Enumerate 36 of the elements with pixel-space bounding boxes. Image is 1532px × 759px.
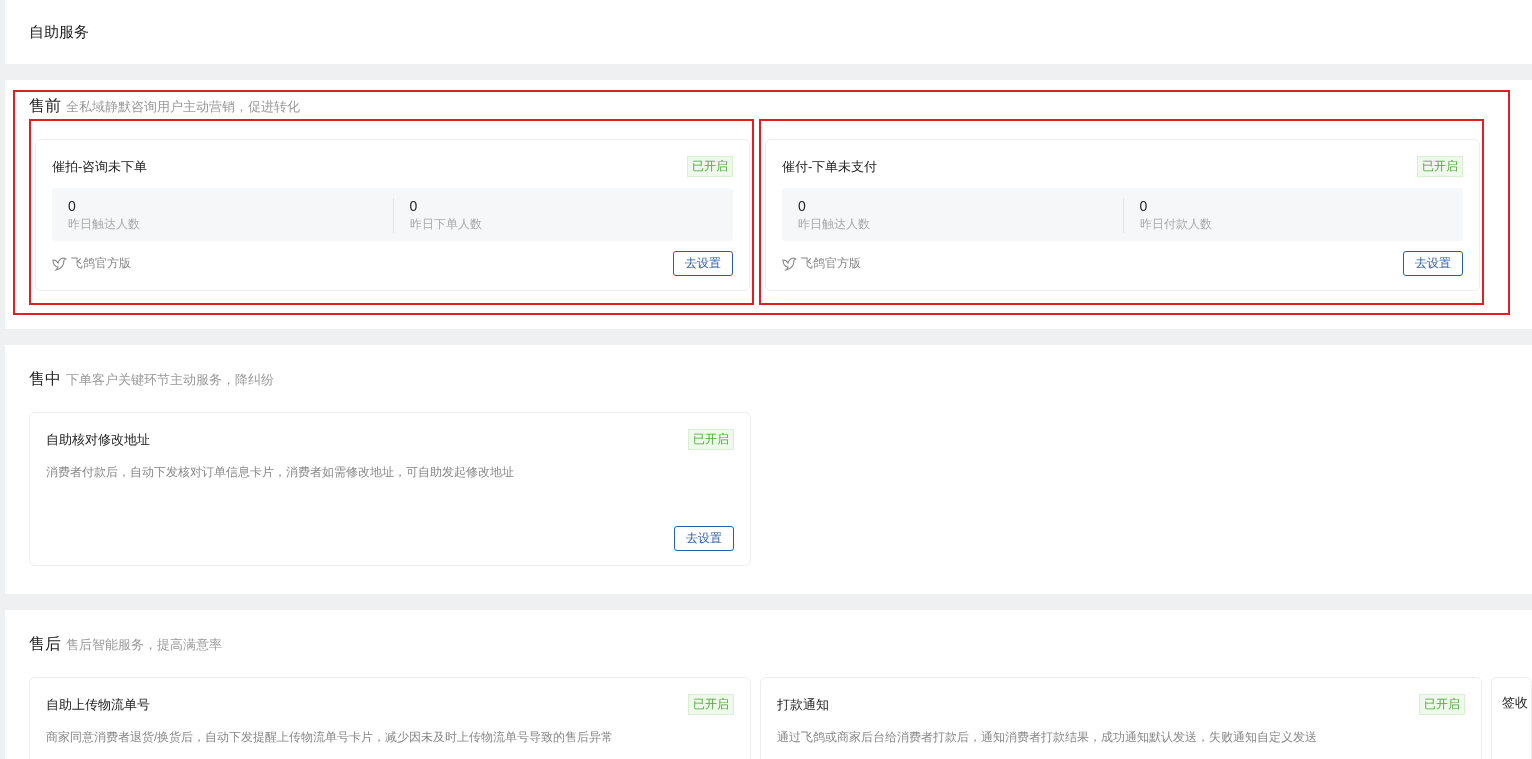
- stat-label: 昨日付款人数: [1139, 216, 1213, 233]
- stat-value: 0: [409, 198, 419, 214]
- status-badge: 已开启: [1417, 156, 1463, 177]
- card-title: 签收: [1502, 694, 1528, 712]
- status-badge: 已开启: [1419, 694, 1465, 715]
- card-title: 催付-下单未支付: [782, 157, 878, 176]
- section-subtitle: 售后智能服务，提高满意率: [66, 636, 222, 654]
- stat-label: 昨日触达人数: [798, 216, 871, 233]
- settings-button[interactable]: 去设置: [673, 251, 733, 276]
- card-description: 通过飞鸽或商家后台给消费者打款后，通知消费者打款结果，成功通知默认发送，失败通知自定义发送: [777, 729, 1318, 746]
- card-title: 打款通知: [777, 695, 829, 714]
- card-description: 消费者付款后，自动下发核对订单信息卡片，消费者如需修改地址，可自助发起修改地址: [46, 464, 515, 481]
- card-title: 自助核对修改地址: [46, 430, 150, 449]
- section-subtitle: 下单客户关键环节主动服务，降纠纷: [66, 371, 274, 389]
- source-label: 飞鸽官方版: [71, 255, 131, 272]
- section-title: 售中: [29, 369, 61, 389]
- stat-label: 昨日下单人数: [409, 216, 483, 233]
- section-subtitle: 全私域静默咨询用户主动营销，促进转化: [66, 98, 300, 116]
- status-badge: 已开启: [688, 694, 734, 715]
- page-title: 自助服务: [29, 22, 89, 42]
- settings-button[interactable]: 去设置: [1403, 251, 1463, 276]
- source-label: 飞鸽官方版: [801, 255, 861, 272]
- stat-label: 昨日触达人数: [68, 216, 141, 233]
- status-badge: 已开启: [687, 156, 733, 177]
- section-title: 售后: [29, 634, 61, 654]
- card-title: 自助上传物流单号: [46, 695, 150, 714]
- card-title: 催拍-咨询未下单: [52, 157, 148, 176]
- stat-value: 0: [798, 198, 807, 214]
- stat-value: 0: [1139, 198, 1149, 214]
- bird-icon: [782, 256, 797, 271]
- section-title: 售前: [29, 96, 61, 116]
- card-description: 商家同意消费者退货/换货后，自动下发提醒上传物流单号卡片，减少因未及时上传物流单号导致的售后异常: [46, 729, 615, 746]
- bird-icon: [52, 256, 67, 271]
- settings-button[interactable]: 去设置: [674, 526, 734, 551]
- stat-value: 0: [68, 198, 77, 214]
- status-badge: 已开启: [688, 429, 734, 450]
